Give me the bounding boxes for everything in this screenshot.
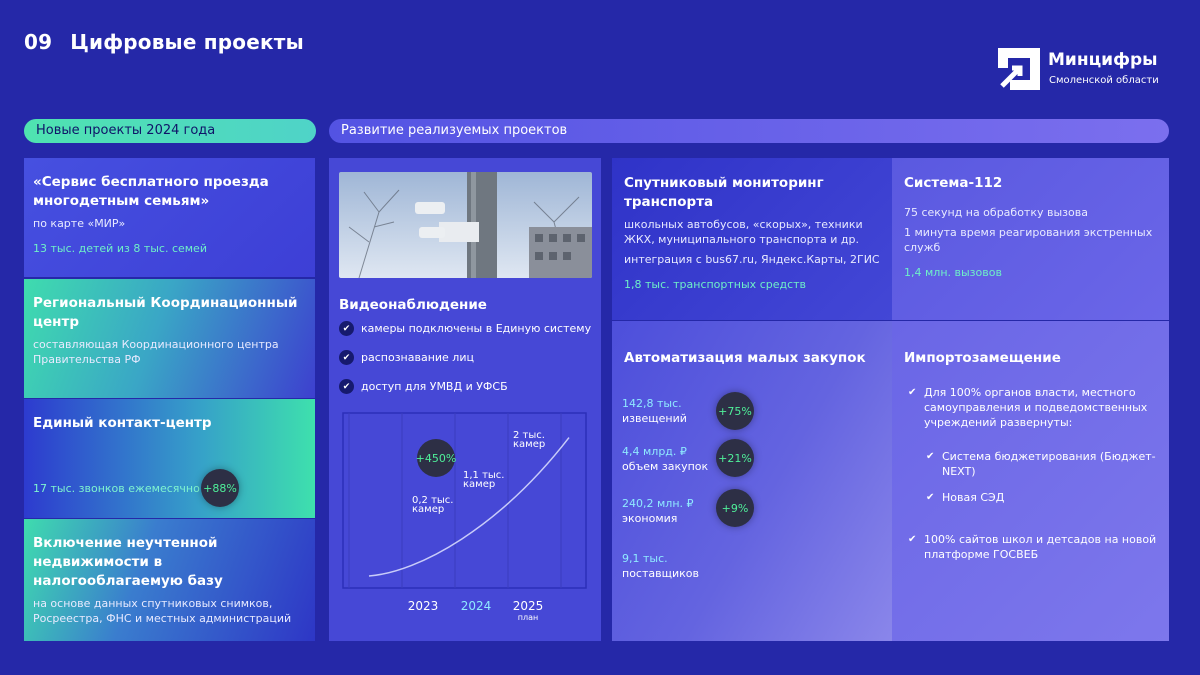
check-item: ✔ доступ для УМВД и УФСБ xyxy=(339,379,591,394)
tick-text: Новая СЭД xyxy=(942,491,1005,504)
card-free-travel: «Сервис бесплатного проезда многодетным … xyxy=(24,158,315,277)
card-procurement: Автоматизация малых закупок 142,8 тыс. из… xyxy=(612,321,892,641)
card-line1: 75 секунд на обработку вызова xyxy=(904,206,1088,219)
page-title: 09 Цифровые проекты xyxy=(24,30,304,54)
x-tick-note: план xyxy=(518,613,538,622)
card-title: Автоматизация малых закупок xyxy=(624,350,866,366)
mincifry-logo-icon xyxy=(998,48,1040,90)
card-video-surveillance: Видеонаблюдение ✔ камеры подключены в Еди… xyxy=(329,158,601,641)
card-highlight: 1,8 тыс. транспортных средств xyxy=(624,278,807,291)
check-icon: ✔ xyxy=(926,451,935,462)
logo-name: Минцифры xyxy=(1048,50,1158,70)
check-icon: ✔ xyxy=(908,387,917,398)
card-subtitle: составляющая Координационного центра Пра… xyxy=(33,338,279,366)
stat-value: 142,8 тыс. xyxy=(622,397,682,410)
x-tick-label: 2025 xyxy=(513,599,544,613)
stat-label: объем закупок xyxy=(622,460,709,473)
data-label-unit: камер xyxy=(463,479,495,490)
tick-text: Система бюджетирования (Бюджет-NEXT) xyxy=(942,450,1156,478)
growth-badge: +21% xyxy=(716,439,754,477)
tick-item: ✔ Новая СЭД xyxy=(926,490,1157,505)
card-title: Единый контакт-центр xyxy=(33,415,212,431)
camera-growth-chart: 0,2 тыс.камер1,1 тыс.камер2 тыс.камер+45… xyxy=(342,412,587,622)
card-line2: 1 минута время реагирования экстренных с… xyxy=(904,226,1153,254)
data-label-unit: камер xyxy=(412,504,444,515)
data-label-unit: камер xyxy=(513,439,545,450)
stat-label: извещений xyxy=(622,412,687,425)
growth-badge: +9% xyxy=(716,489,754,527)
card-satellite: Спутниковый мониторинг транспорта школьн… xyxy=(612,158,892,320)
growth-badge: +75% xyxy=(716,392,754,430)
card-subtitle: по карте «МИР» xyxy=(33,217,126,230)
check-icon: ✔ xyxy=(339,350,354,365)
card-title: Региональный Координационный центр xyxy=(33,295,298,330)
logo: Минцифры Смоленской области xyxy=(996,46,1176,94)
tick-item: ✔ 100% сайтов школ и детсадов на новой пл… xyxy=(908,532,1157,562)
check-icon: ✔ xyxy=(926,492,935,503)
stat-label: поставщиков xyxy=(622,567,699,580)
card-title: Импортозамещение xyxy=(904,350,1061,366)
card-contact-center: Единый контакт-центр 17 тыс. звонков еже… xyxy=(24,399,315,518)
slide-title: Цифровые проекты xyxy=(70,30,304,54)
dev-projects-pill: Развитие реализуемых проектов xyxy=(329,119,1169,143)
growth-badge: +450% xyxy=(416,452,457,465)
check-icon: ✔ xyxy=(339,379,354,394)
stat-row: 240,2 млн. ₽ экономия xyxy=(622,496,694,526)
video-title: Видеонаблюдение xyxy=(339,297,487,313)
camera-photo xyxy=(339,172,592,278)
x-tick-label: 2024 xyxy=(461,599,492,613)
x-tick-label: 2023 xyxy=(408,599,439,613)
card-highlight: 1,4 млн. вызовов xyxy=(904,266,1002,279)
check-icon: ✔ xyxy=(908,534,917,545)
check-label: распознавание лиц xyxy=(361,351,474,364)
slide-number: 09 xyxy=(24,30,53,54)
stat-value: 4,4 млрд. ₽ xyxy=(622,445,687,458)
card-title: Система-112 xyxy=(904,175,1003,191)
tick-text: 100% сайтов школ и детсадов на новой пла… xyxy=(924,533,1157,561)
card-title: «Сервис бесплатного проезда многодетным … xyxy=(33,174,269,209)
check-item: ✔ камеры подключены в Единую систему xyxy=(339,321,591,336)
card-title: Включение неучтенной недвижимости в нало… xyxy=(33,535,223,589)
tick-item: ✔ Для 100% органов власти, местного самоу… xyxy=(908,385,1157,430)
check-icon: ✔ xyxy=(339,321,354,336)
card-desc: школьных автобусов, «скорых», техники ЖК… xyxy=(624,218,863,246)
stat-row: 9,1 тыс. поставщиков xyxy=(622,551,699,581)
card-real-estate: Включение неучтенной недвижимости в нало… xyxy=(24,519,315,641)
series-line xyxy=(368,437,570,577)
stat-row: 4,4 млрд. ₽ объем закупок xyxy=(622,444,708,474)
card-subtitle: на основе данных спутниковых снимков, Ро… xyxy=(33,597,292,625)
tick-text: Для 100% органов власти, местного самоуп… xyxy=(924,386,1148,429)
card-highlight: 17 тыс. звонков ежемесячно xyxy=(33,482,200,495)
stat-value: 9,1 тыс. xyxy=(622,552,668,565)
check-item: ✔ распознавание лиц xyxy=(339,350,591,365)
check-label: доступ для УМВД и УФСБ xyxy=(361,380,508,393)
card-coord-center: Региональный Координационный центр соста… xyxy=(24,279,315,398)
new-projects-pill: Новые проекты 2024 года xyxy=(24,119,316,143)
card-title: Спутниковый мониторинг транспорта xyxy=(624,175,824,210)
card-highlight: 13 тыс. детей из 8 тыс. семей xyxy=(33,242,207,255)
check-label: камеры подключены в Единую систему xyxy=(361,322,592,335)
card-system-112: Система-112 75 секунд на обработку вызов… xyxy=(892,158,1169,320)
card-import-substitution: Импортозамещение ✔ Для 100% органов власт… xyxy=(892,321,1169,641)
logo-subtitle: Смоленской области xyxy=(1049,75,1159,86)
stat-value: 240,2 млн. ₽ xyxy=(622,497,694,510)
stat-label: экономия xyxy=(622,512,678,525)
tick-item: ✔ Система бюджетирования (Бюджет-NEXT) xyxy=(926,449,1157,479)
stat-row: 142,8 тыс. извещений xyxy=(622,396,687,426)
card-integration: интеграция с bus67.ru, Яндекс.Карты, 2ГИ… xyxy=(624,253,880,266)
chart-frame xyxy=(342,412,587,589)
growth-badge: +88% xyxy=(201,469,239,507)
